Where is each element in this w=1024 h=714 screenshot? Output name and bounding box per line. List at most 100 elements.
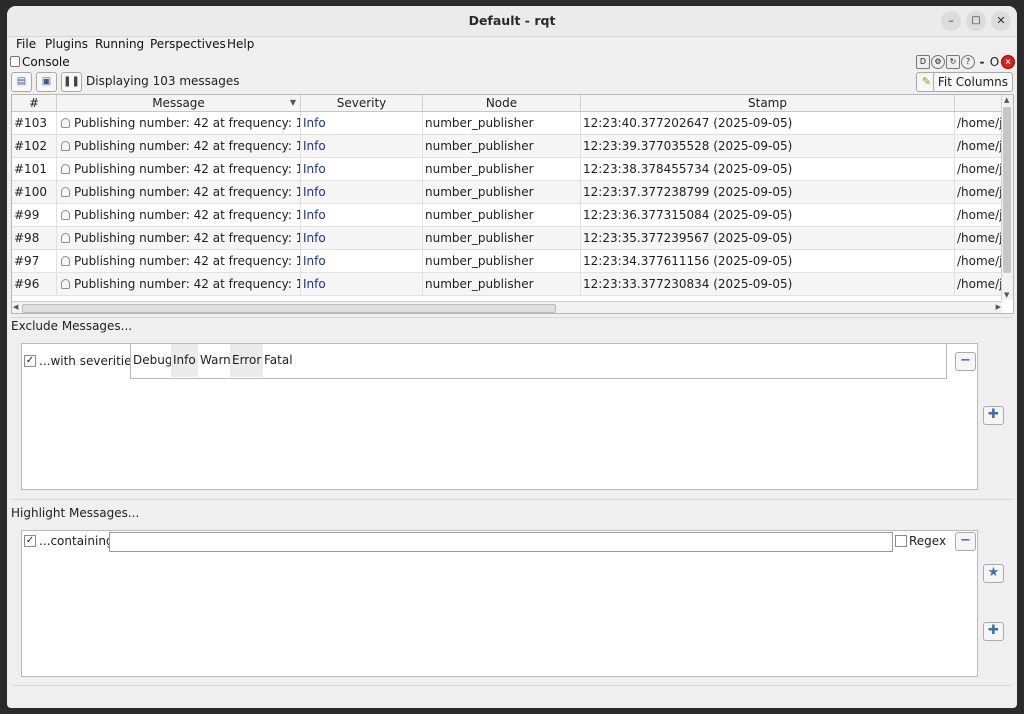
reload-icon[interactable]: ↻ <box>946 55 960 69</box>
cell-message-text: Publishing number: 42 at frequency: 1.0H… <box>74 231 300 245</box>
menu-running[interactable]: Running <box>95 37 144 51</box>
cell-node-text: number_publisher <box>425 254 534 268</box>
help-icon[interactable]: ? <box>961 55 975 69</box>
remove-exclude-filter-button[interactable]: − <box>955 352 976 371</box>
vertical-scrollbar-thumb[interactable] <box>1003 107 1011 273</box>
load-icon[interactable]: ▣ <box>36 72 57 92</box>
highlight-filter-type-icon[interactable]: ★ <box>983 564 1004 583</box>
fit-columns-button[interactable]: Fit Columns <box>932 72 1013 92</box>
cell-id-text: #101 <box>14 162 47 176</box>
table-row[interactable]: #97 Publishing number: 42 at frequency: 1… <box>12 250 1002 273</box>
cell-severity-text: Info <box>303 254 326 268</box>
column-header-node[interactable]: Node <box>423 95 581 111</box>
add-exclude-filter-button[interactable]: ✚ <box>983 406 1004 425</box>
menu-bar: File Plugins Running Perspectives Help <box>7 36 1017 54</box>
cell-location: /home/jo <box>955 181 1002 203</box>
menu-help[interactable]: Help <box>227 37 254 51</box>
cell-severity-text: Info <box>303 116 326 130</box>
severity-option-warn[interactable]: Warn <box>198 344 233 377</box>
column-header-id[interactable]: # <box>12 95 57 111</box>
table-row[interactable]: #101 Publishing number: 42 at frequency: … <box>12 158 1002 181</box>
cell-stamp: 12:23:38.378455734 (2025-09-05) <box>581 158 955 180</box>
cell-location: /home/jo <box>955 273 1002 295</box>
cell-stamp: 12:23:37.377238799 (2025-09-05) <box>581 181 955 203</box>
column-header-severity[interactable]: Severity <box>301 95 423 111</box>
highlight-text-input[interactable] <box>109 532 893 552</box>
severity-list: Debug Info Warn Error Fatal <box>130 344 947 379</box>
cell-severity-text: Info <box>303 162 326 176</box>
cell-id: #98 <box>12 227 57 249</box>
cell-message: Publishing number: 42 at frequency: 1.0H… <box>57 273 301 295</box>
settings-icon[interactable]: ⚙ <box>931 55 945 69</box>
exclude-severity-checkbox[interactable]: ✓ <box>24 355 36 367</box>
column-header-location[interactable] <box>955 95 1002 111</box>
cell-severity: Info <box>301 181 423 203</box>
table-row[interactable]: #96 Publishing number: 42 at frequency: 1… <box>12 273 1002 296</box>
severity-option-fatal[interactable]: Fatal <box>262 344 295 377</box>
highlight-filter-label: ...containing: <box>39 534 118 548</box>
console-toolbar: ▤ ▣ ❚❚ Displaying 103 messages ✎ Fit Col… <box>11 72 1013 92</box>
regex-checkbox[interactable] <box>895 535 907 547</box>
cell-id-text: #102 <box>14 139 47 153</box>
cell-location-text: /home/jo <box>957 231 1001 245</box>
highlight-text-checkbox[interactable]: ✓ <box>24 535 36 547</box>
info-bulb-icon <box>61 118 70 128</box>
table-row[interactable]: #103 Publishing number: 42 at frequency: … <box>12 112 1002 135</box>
menu-file[interactable]: File <box>16 37 36 51</box>
cell-node-text: number_publisher <box>425 116 534 130</box>
cell-node: number_publisher <box>423 204 581 226</box>
pause-icon[interactable]: ❚❚ <box>61 72 82 92</box>
cell-node-text: number_publisher <box>425 162 534 176</box>
severity-option-debug[interactable]: Debug <box>131 344 174 377</box>
severity-option-info[interactable]: Info <box>171 344 198 377</box>
undock-plugin-icon[interactable]: O <box>989 55 1000 69</box>
cell-id-text: #103 <box>14 116 47 130</box>
cell-stamp-text: 12:23:37.377238799 (2025-09-05) <box>583 185 793 199</box>
table-row[interactable]: #100 Publishing number: 42 at frequency: … <box>12 181 1002 204</box>
scroll-right-arrow-icon[interactable]: ▶ <box>996 303 1001 311</box>
table-row[interactable]: #102 Publishing number: 42 at frequency: … <box>12 135 1002 158</box>
horizontal-scrollbar-thumb[interactable] <box>22 304 556 313</box>
title-bar[interactable]: Default - rqt – □ ✕ <box>7 6 1017 37</box>
cell-severity-text: Info <box>303 139 326 153</box>
save-icon[interactable]: ▤ <box>11 72 32 92</box>
column-header-message[interactable]: Message ▼ <box>57 95 301 111</box>
cell-node-text: number_publisher <box>425 231 534 245</box>
cell-message: Publishing number: 42 at frequency: 1.0H… <box>57 204 301 226</box>
message-table: # Message ▼ Severity Node Stamp #103 Publ… <box>11 94 1014 314</box>
scroll-down-arrow-icon[interactable]: ▼ <box>1004 291 1009 299</box>
cell-severity: Info <box>301 158 423 180</box>
table-row[interactable]: #98 Publishing number: 42 at frequency: 1… <box>12 227 1002 250</box>
cell-message-text: Publishing number: 42 at frequency: 1.0H… <box>74 277 300 291</box>
vertical-scrollbar[interactable]: ▲ ▼ <box>1001 95 1013 300</box>
remove-highlight-filter-button[interactable]: − <box>955 532 976 551</box>
horizontal-scrollbar[interactable]: ◀ ▶ <box>12 301 1002 313</box>
menu-perspectives[interactable]: Perspectives <box>150 37 226 51</box>
cell-stamp-text: 12:23:40.377202647 (2025-09-05) <box>583 116 793 130</box>
cell-severity: Info <box>301 112 423 134</box>
table-row[interactable]: #99 Publishing number: 42 at frequency: 1… <box>12 204 1002 227</box>
maximize-button[interactable]: □ <box>966 11 986 31</box>
minimize-plugin-icon[interactable]: - <box>976 55 988 69</box>
scroll-left-arrow-icon[interactable]: ◀ <box>13 303 18 311</box>
splitter-handle-2[interactable] <box>11 499 1013 500</box>
cell-message: Publishing number: 42 at frequency: 1.0H… <box>57 227 301 249</box>
close-button[interactable]: ✕ <box>991 11 1011 31</box>
menu-plugins[interactable]: Plugins <box>45 37 88 51</box>
add-highlight-filter-button[interactable]: ✚ <box>983 622 1004 641</box>
cell-node: number_publisher <box>423 112 581 134</box>
minimize-button[interactable]: – <box>941 11 961 31</box>
close-plugin-icon[interactable]: × <box>1001 55 1015 69</box>
cell-message-text: Publishing number: 42 at frequency: 1.0H… <box>74 185 300 199</box>
plugin-corner-icons: D ⚙ ↻ ? - O × <box>916 55 1015 69</box>
severity-option-error[interactable]: Error <box>230 344 264 377</box>
dock-icon[interactable]: D <box>916 55 930 69</box>
scroll-up-arrow-icon[interactable]: ▲ <box>1004 96 1009 104</box>
splitter-handle[interactable] <box>11 317 1013 318</box>
cell-node: number_publisher <box>423 135 581 157</box>
column-header-stamp[interactable]: Stamp <box>581 95 955 111</box>
cell-id: #96 <box>12 273 57 295</box>
cell-id: #102 <box>12 135 57 157</box>
cell-stamp: 12:23:35.377239567 (2025-09-05) <box>581 227 955 249</box>
cell-location: /home/jo <box>955 250 1002 272</box>
